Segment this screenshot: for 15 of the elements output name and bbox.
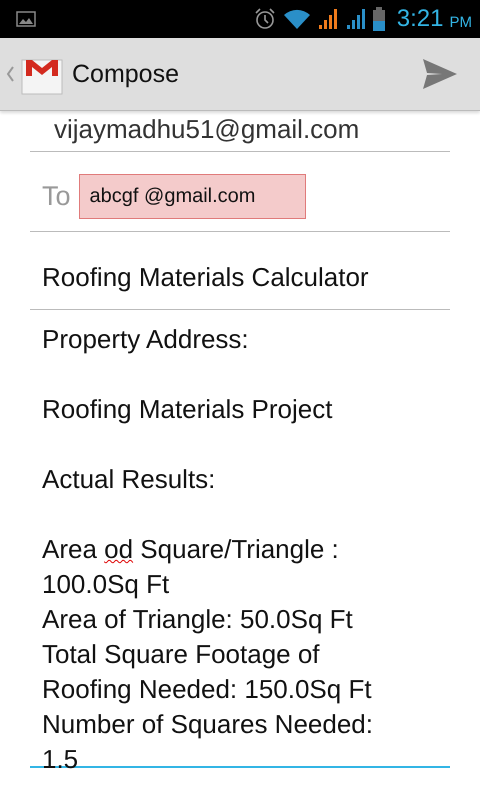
clock: 3:21: [396, 5, 444, 33]
subject-field[interactable]: Roofing Materials Calculator: [42, 262, 369, 292]
battery-icon: [372, 7, 385, 31]
sender-address: vijaymadhu51@gmail.com: [54, 114, 360, 144]
wifi-icon: [282, 8, 311, 30]
image-icon: [16, 11, 36, 27]
screen-title: Compose: [72, 60, 180, 88]
to-label: To: [42, 181, 71, 212]
send-icon[interactable]: [422, 58, 458, 90]
clock-period: PM: [450, 14, 472, 30]
alarm-icon: [252, 7, 277, 31]
back-icon[interactable]: [6, 66, 14, 82]
signal-icon: [316, 8, 339, 30]
signal-icon: [344, 8, 367, 30]
recipient-chip[interactable]: abcgf @gmail.com: [78, 174, 306, 219]
